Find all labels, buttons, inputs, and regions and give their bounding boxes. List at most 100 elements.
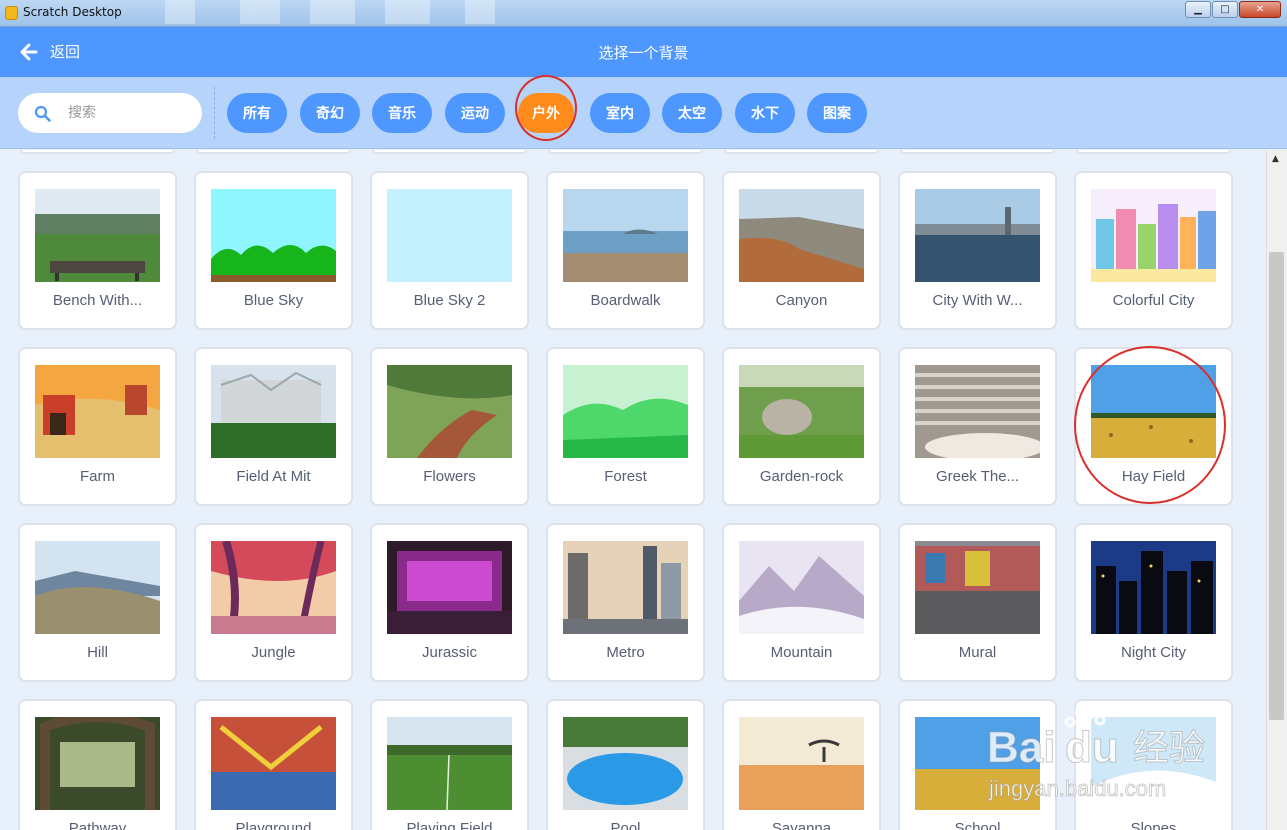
tag-button[interactable]: 奇幻: [300, 93, 360, 133]
backdrop-name: Playground: [235, 820, 312, 830]
backdrop-card[interactable]: Farm: [18, 347, 177, 506]
backdrop-card[interactable]: Slopes: [1074, 699, 1233, 830]
backdrop-name: Garden-rock: [759, 468, 844, 485]
backdrop-card[interactable]: Mural: [898, 523, 1057, 682]
backdrop-card[interactable]: Boardwalk: [546, 171, 705, 330]
scroll-thumb[interactable]: [1269, 252, 1284, 720]
backdrop-thumbnail: [1091, 717, 1216, 810]
tag-button[interactable]: 图案: [807, 93, 867, 133]
backdrop-name: School: [954, 820, 1001, 830]
backdrop-thumbnail: [1091, 541, 1216, 634]
backdrop-card[interactable]: Night City: [1074, 523, 1233, 682]
backdrop-name: Slopes: [1130, 820, 1177, 830]
backdrop-name: Pathway: [68, 820, 127, 830]
backdrop-card[interactable]: Savanna: [722, 699, 881, 830]
backdrop-thumbnail: [387, 365, 512, 458]
previous-row-card[interactable]: [1074, 150, 1233, 154]
backdrop-card[interactable]: City With W...: [898, 171, 1057, 330]
search-box[interactable]: [18, 93, 202, 133]
backdrop-card[interactable]: Canyon: [722, 171, 881, 330]
backdrop-card[interactable]: Greek The...: [898, 347, 1057, 506]
backdrop-card[interactable]: Flowers: [370, 347, 529, 506]
backdrop-card[interactable]: Mountain: [722, 523, 881, 682]
backdrop-name: Mountain: [770, 644, 833, 661]
backdrop-name: Bench With...: [52, 292, 143, 309]
filter-bar: 所有奇幻音乐运动户外室内太空水下图案: [0, 77, 1287, 149]
backdrop-thumbnail: [211, 717, 336, 810]
backdrop-name: Savanna: [771, 820, 832, 830]
backdrop-card[interactable]: Metro: [546, 523, 705, 682]
backdrop-name: Canyon: [775, 292, 828, 309]
previous-row-card[interactable]: [898, 150, 1057, 154]
backdrop-name: Forest: [604, 468, 647, 485]
background-window-ghost: [385, 0, 430, 24]
backdrop-thumbnail: [563, 365, 688, 458]
backdrop-name: Metro: [606, 644, 645, 661]
backdrop-thumbnail: [563, 189, 688, 282]
backdrop-name: City With W...: [932, 292, 1023, 309]
backdrop-card[interactable]: Jurassic: [370, 523, 529, 682]
backdrop-thumbnail: [387, 189, 512, 282]
tag-button[interactable]: 所有: [227, 93, 287, 133]
window-controls: ▁ □ ✕: [1184, 1, 1281, 18]
backdrop-thumbnail: [211, 365, 336, 458]
backdrop-card[interactable]: Hay Field: [1074, 347, 1233, 506]
library-header: 返回 选择一个背景: [0, 27, 1287, 77]
backdrop-card[interactable]: Jungle: [194, 523, 353, 682]
tag-button[interactable]: 水下: [735, 93, 795, 133]
maximize-button[interactable]: □: [1212, 1, 1238, 18]
backdrop-thumbnail: [915, 717, 1040, 810]
tag-button[interactable]: 太空: [662, 93, 722, 133]
backdrop-card[interactable]: Pathway: [18, 699, 177, 830]
filter-divider: [214, 87, 215, 139]
backdrop-thumbnail: [211, 189, 336, 282]
backdrop-thumbnail: [35, 365, 160, 458]
backdrop-library-grid: Bench With... Blue Sky Blue Sky 2 Boardwalk…: [0, 150, 1266, 830]
backdrop-card[interactable]: Playing Field: [370, 699, 529, 830]
tag-button[interactable]: 室内: [590, 93, 650, 133]
backdrop-thumbnail: [387, 717, 512, 810]
previous-row-card[interactable]: [722, 150, 881, 154]
backdrop-thumbnail: [1091, 189, 1216, 282]
backdrop-name: Hay Field: [1121, 468, 1186, 485]
backdrop-card[interactable]: Blue Sky 2: [370, 171, 529, 330]
backdrop-card[interactable]: Forest: [546, 347, 705, 506]
backdrop-thumbnail: [563, 717, 688, 810]
backdrop-thumbnail: [739, 541, 864, 634]
backdrop-thumbnail: [739, 717, 864, 810]
backdrop-card[interactable]: Garden-rock: [722, 347, 881, 506]
backdrop-card[interactable]: Bench With...: [18, 171, 177, 330]
grid-scrollbar[interactable]: ▲: [1266, 150, 1287, 830]
backdrop-thumbnail: [1091, 365, 1216, 458]
previous-row-card[interactable]: [18, 150, 177, 154]
tag-button[interactable]: 户外: [518, 93, 574, 133]
previous-row-card[interactable]: [370, 150, 529, 154]
backdrop-card[interactable]: Field At Mit: [194, 347, 353, 506]
minimize-button[interactable]: ▁: [1185, 1, 1211, 18]
background-window-ghost: [310, 0, 355, 24]
tag-button[interactable]: 音乐: [372, 93, 432, 133]
backdrop-thumbnail: [915, 189, 1040, 282]
backdrop-card[interactable]: Blue Sky: [194, 171, 353, 330]
tag-button[interactable]: 运动: [445, 93, 505, 133]
backdrop-thumbnail: [915, 365, 1040, 458]
backdrop-card[interactable]: Hill: [18, 523, 177, 682]
scroll-up-arrow-icon[interactable]: ▲: [1272, 154, 1279, 164]
previous-row-card[interactable]: [194, 150, 353, 154]
backdrop-name: Hill: [87, 644, 108, 661]
previous-row-card[interactable]: [546, 150, 705, 154]
backdrop-name: Greek The...: [935, 468, 1020, 485]
backdrop-card[interactable]: Pool: [546, 699, 705, 830]
close-button[interactable]: ✕: [1239, 1, 1281, 18]
backdrop-name: Jungle: [251, 644, 296, 661]
backdrop-name: Playing Field: [406, 820, 493, 830]
page-title: 选择一个背景: [598, 44, 689, 62]
search-icon: [34, 105, 51, 122]
backdrop-card[interactable]: Colorful City: [1074, 171, 1233, 330]
window-titlebar: Scratch Desktop ▁ □ ✕: [0, 0, 1287, 27]
backdrop-thumbnail: [739, 365, 864, 458]
window-title: Scratch Desktop: [23, 5, 122, 19]
backdrop-card[interactable]: School: [898, 699, 1057, 830]
backdrop-card[interactable]: Playground: [194, 699, 353, 830]
search-input[interactable]: [68, 102, 188, 124]
